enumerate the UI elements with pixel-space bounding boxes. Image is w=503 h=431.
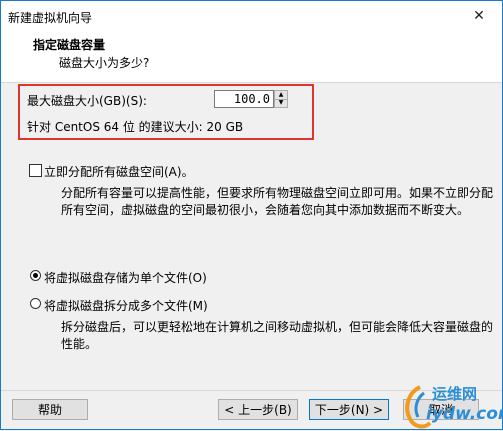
multi-description-line2: 性能。 bbox=[61, 337, 98, 351]
max-disk-size-input[interactable]: 100.0 bbox=[214, 90, 274, 108]
multi-description-line1: 拆分磁盘后，可以更轻松地在计算机之间移动虚拟机，但可能会降低大容量磁盘的 bbox=[61, 320, 494, 334]
recommended-size-text: 针对 CentOS 64 位 的建议大小: 20 GB bbox=[27, 120, 244, 134]
close-button[interactable]: ✕ bbox=[456, 1, 502, 31]
spin-down-arrow-icon[interactable]: ▼ bbox=[275, 99, 287, 107]
radio-selected-dot bbox=[33, 273, 38, 278]
single-file-radio[interactable] bbox=[30, 270, 41, 281]
allocate-description-line1: 分配所有容量可以提高性能，但要求所有物理磁盘空间立即可用。如果不立即分配 bbox=[61, 186, 494, 200]
wizard-header: 指定磁盘容量 磁盘大小为多少? bbox=[1, 31, 502, 83]
next-button[interactable]: 下一步(N) > bbox=[309, 399, 389, 420]
max-disk-size-label: 最大磁盘大小(GB)(S): bbox=[27, 94, 147, 108]
window-title: 新建虚拟机向导 bbox=[8, 11, 93, 25]
single-file-label[interactable]: 将虚拟磁盘存储为单个文件(O) bbox=[44, 269, 207, 286]
allocate-description-line2: 所有空间，虚拟磁盘的空间最初很小，会随着您向其中添加数据而不断变大。 bbox=[61, 203, 470, 217]
multi-file-label[interactable]: 将虚拟磁盘拆分成多个文件(M) bbox=[44, 297, 208, 314]
disk-size-spinner[interactable]: ▲ ▼ bbox=[274, 90, 288, 108]
allocate-description: 分配所有容量可以提高性能，但要求所有物理磁盘空间立即可用。如果不立即分配 所有空… bbox=[61, 185, 493, 219]
watermark-line2: iydw.com bbox=[426, 404, 503, 424]
site-watermark: 运维网 iydw.com bbox=[400, 381, 503, 431]
watermark-line1: 运维网 bbox=[432, 385, 478, 403]
multi-file-radio[interactable] bbox=[30, 298, 41, 309]
allocate-all-checkbox[interactable] bbox=[29, 164, 42, 177]
header-title: 指定磁盘容量 bbox=[33, 38, 106, 52]
back-button[interactable]: < 上一步(B) bbox=[218, 399, 298, 420]
new-vm-wizard-window: 新建虚拟机向导 ✕ 指定磁盘容量 磁盘大小为多少? 最大磁盘大小(GB)(S):… bbox=[0, 0, 503, 430]
help-button[interactable]: 帮助 bbox=[12, 399, 88, 420]
header-subtitle: 磁盘大小为多少? bbox=[59, 56, 150, 70]
multi-file-description: 拆分磁盘后，可以更轻松地在计算机之间移动虚拟机，但可能会降低大容量磁盘的 性能。 bbox=[61, 319, 493, 353]
allocate-all-label[interactable]: 立即分配所有磁盘空间(A)。 bbox=[44, 163, 194, 180]
title-bar: 新建虚拟机向导 ✕ bbox=[1, 1, 502, 31]
